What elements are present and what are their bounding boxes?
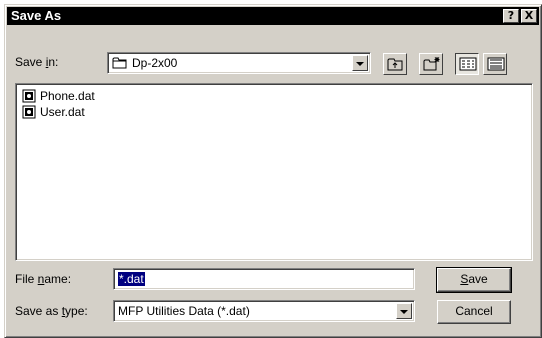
save-as-type-value: MFP Utilities Data (*.dat)	[118, 304, 250, 318]
up-one-level-button[interactable]	[383, 53, 407, 75]
new-folder-button[interactable]	[419, 53, 443, 75]
list-view-icon	[459, 57, 477, 71]
file-name-label: File name:	[15, 272, 71, 286]
save-as-type-dropdown-arrow[interactable]	[396, 303, 412, 319]
file-name-label-suffix: ame:	[44, 272, 72, 286]
data-file-icon	[22, 89, 36, 103]
save-as-type-label-suffix: ype:	[65, 304, 88, 318]
file-name-value: *.dat	[118, 272, 145, 286]
save-as-type-label-prefix: Save as	[15, 304, 62, 318]
save-in-value: Dp-2x00	[132, 56, 178, 70]
details-view-icon	[487, 57, 505, 71]
save-in-combobox[interactable]: Dp-2x00	[107, 52, 371, 74]
file-name: Phone.dat	[40, 89, 95, 103]
save-button-label: ave	[468, 272, 488, 286]
save-as-type-combobox[interactable]: MFP Utilities Data (*.dat)	[113, 300, 415, 322]
new-folder-icon	[423, 57, 440, 71]
save-in-label: Save in:	[15, 55, 58, 69]
save-as-type-label: Save as type:	[15, 304, 88, 318]
close-button[interactable]: X	[521, 9, 537, 23]
details-view-button[interactable]	[483, 53, 507, 75]
data-file-icon	[22, 105, 36, 119]
file-name-field[interactable]: *.dat	[113, 268, 415, 290]
title-bar[interactable]: Save As ? X	[7, 7, 539, 25]
save-in-dropdown-arrow[interactable]	[352, 55, 368, 71]
save-button[interactable]: Save	[436, 267, 512, 293]
dialog-title: Save As	[11, 8, 62, 23]
file-list[interactable]: Phone.dat User.dat	[15, 83, 533, 261]
cancel-button[interactable]: Cancel	[437, 300, 511, 324]
save-in-label-prefix: Save	[15, 55, 46, 69]
save-as-dialog: Save As ? X Save in: Dp-2x00 Phone.dat U…	[4, 4, 542, 338]
file-name: User.dat	[40, 105, 85, 119]
up-folder-icon	[387, 58, 403, 71]
help-button[interactable]: ?	[503, 9, 519, 23]
folder-icon	[112, 57, 127, 69]
save-in-label-suffix: n:	[48, 55, 59, 69]
file-name-label-prefix: File	[15, 272, 38, 286]
list-view-button[interactable]	[455, 53, 479, 75]
